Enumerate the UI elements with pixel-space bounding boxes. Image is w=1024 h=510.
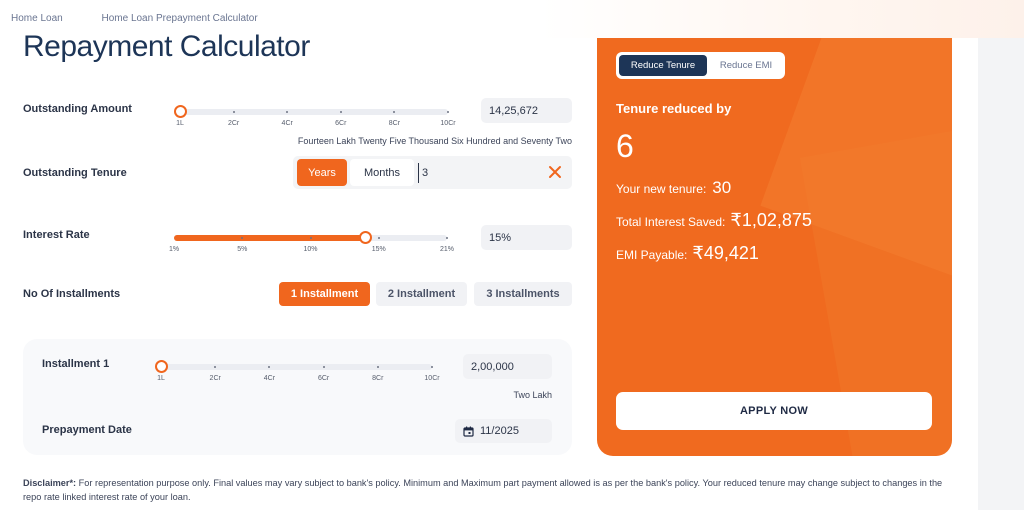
outstanding-amount-input[interactable]: 14,25,672 (481, 98, 572, 123)
two-installment-button[interactable]: 2 Installment (376, 282, 467, 306)
apply-now-button[interactable]: APPLY NOW (616, 392, 932, 430)
slider-tick (446, 237, 448, 239)
clear-icon[interactable] (548, 165, 562, 179)
slider-track[interactable] (161, 364, 432, 370)
slider-tick-label: 1L (176, 120, 184, 127)
right-gutter (978, 38, 1024, 510)
slider-tick-label: 10Cr (440, 120, 456, 127)
reduce-emi-tab[interactable]: Reduce EMI (710, 55, 782, 76)
slider-tick-label: 4Cr (263, 375, 276, 382)
interest-saved-label: Total Interest Saved: (616, 215, 726, 229)
slider-tick-label: 10% (303, 246, 318, 253)
slider-thumb[interactable] (359, 231, 373, 244)
breadcrumb-home-link[interactable]: Home Loan (11, 13, 63, 24)
reduce-toggle: Reduce Tenure Reduce EMI (616, 52, 785, 79)
slider-tick-label: 1L (157, 375, 165, 382)
header-background (540, 0, 1024, 38)
slider-tick-label: 6Cr (317, 375, 330, 382)
slider-thumb[interactable] (155, 360, 168, 373)
disclaimer-prefix: Disclaimer*: (23, 478, 77, 488)
slider-tick-label: 8Cr (372, 375, 384, 382)
slider-tick-label: 2Cr (227, 120, 240, 127)
slider-tick (232, 111, 235, 113)
slider-tick-label: 1% (168, 246, 180, 253)
tenure-reduced-value: 6 (616, 128, 634, 164)
slider-tick-label: 10Cr (424, 375, 440, 382)
outstanding-amount-words: Fourteen Lakh Twenty Five Thousand Six H… (297, 136, 572, 146)
slider-tick-label: 6Cr (335, 120, 347, 127)
installments-label: No Of Installments (23, 288, 121, 300)
prepayment-date-picker[interactable]: 11/2025 (455, 419, 552, 443)
slider-tick-label: 8Cr (388, 120, 401, 127)
slider-track[interactable] (180, 109, 448, 115)
result-heading: Tenure reduced by (616, 101, 732, 116)
slider-tick-label: 4Cr (281, 120, 293, 127)
breadcrumb: Home Loan Home Loan Prepayment Calculato… (11, 13, 294, 24)
interest-saved-row: Total Interest Saved: ₹1,02,875 (616, 210, 812, 231)
interest-rate-input[interactable]: 15% (481, 225, 572, 250)
interest-rate-slider[interactable]: 1% 5% 10% 15% 21% (169, 227, 454, 257)
slider-tick (376, 366, 379, 368)
installment-1-input[interactable]: 2,00,000 (463, 354, 552, 379)
one-installment-button[interactable]: 1 Installment (279, 282, 370, 306)
slider-tick-label: 21% (439, 246, 455, 253)
slider-tick (322, 366, 325, 368)
installment-1-words: Two Lakh (513, 390, 552, 400)
slider-tick-label: 5% (237, 246, 248, 253)
tenure-input[interactable] (418, 163, 528, 183)
reduce-tenure-tab[interactable]: Reduce Tenure (619, 55, 707, 76)
outstanding-amount-slider[interactable]: 1L 2Cr 4Cr 6Cr 8Cr 10Cr (174, 101, 456, 131)
slider-tick (339, 111, 342, 113)
slider-tick (447, 111, 449, 113)
years-button[interactable]: Years (297, 159, 347, 186)
slider-thumb[interactable] (174, 105, 187, 118)
months-button[interactable]: Months (350, 159, 414, 186)
interest-saved-value: ₹1,02,875 (730, 210, 812, 230)
result-panel: Reduce Tenure Reduce EMI Tenure reduced … (597, 38, 952, 456)
emi-row: EMI Payable: ₹49,421 (616, 243, 759, 264)
slider-tick (431, 366, 433, 368)
installment-1-slider[interactable]: 1L 2Cr 4Cr 6Cr 8Cr 10Cr (155, 356, 440, 386)
emi-label: EMI Payable: (616, 248, 688, 262)
new-tenure-label: Your new tenure: (616, 182, 707, 196)
new-tenure-row: Your new tenure: 30 (616, 178, 731, 198)
emi-value: ₹49,421 (692, 243, 759, 263)
prepayment-date-value: 11/2025 (480, 425, 519, 437)
interest-rate-label: Interest Rate (23, 229, 90, 241)
slider-tick-label: 2Cr (209, 375, 221, 382)
outstanding-tenure-label: Outstanding Tenure (23, 167, 127, 179)
prepayment-date-label: Prepayment Date (42, 424, 132, 436)
page-title: Repayment Calculator (23, 30, 310, 63)
installment-1-label: Installment 1 (42, 358, 110, 370)
outstanding-amount-label: Outstanding Amount (23, 103, 132, 115)
disclaimer-text: For representation purpose only. Final v… (23, 478, 943, 502)
slider-tick (377, 237, 380, 239)
three-installments-button[interactable]: 3 Installments (474, 282, 572, 306)
slider-tick (309, 237, 312, 239)
breadcrumb-current[interactable]: Home Loan Prepayment Calculator (101, 13, 257, 24)
new-tenure-value: 30 (712, 178, 732, 197)
disclaimer: Disclaimer*: For representation purpose … (23, 476, 943, 504)
slider-fill (174, 235, 366, 241)
slider-tick-label: 15% (371, 246, 386, 253)
calendar-icon (463, 426, 474, 437)
